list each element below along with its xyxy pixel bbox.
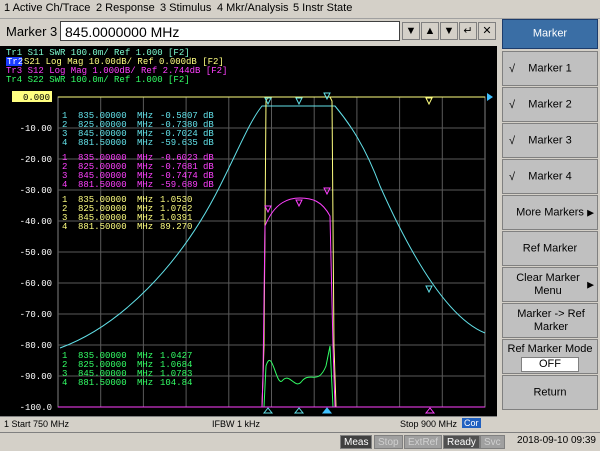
y-label: -60.00 [20,279,52,289]
ready-indicator: Ready [443,435,480,449]
dropdown-icon[interactable]: ▼ [402,22,420,40]
marker-row: -59.635 [160,138,198,148]
softkey-label: More Markers [516,206,584,218]
y-label-top-text: 0.000 [23,93,50,103]
y-label: -100.0 [20,403,52,413]
arrow-right-icon: ▶ [587,279,594,289]
close-icon[interactable]: ✕ [478,22,496,40]
trace-legend-tr4[interactable]: Tr4 S22 SWR 100.0m/ Ref 1.000 [F2] [6,75,190,85]
softkey-label: Return [533,386,567,398]
softkey-label: Ref Marker [522,242,578,254]
y-label: -50.00 [20,248,52,258]
marker-row: 881.50000 [78,180,127,190]
marker-row: dB [203,138,214,148]
y-label: -10.00 [20,124,52,134]
cor-badge: Cor [462,418,481,428]
marker-row: 881.50000 [78,222,127,232]
menu-mkr-analysis[interactable]: 4 Mkr/Analysis [217,2,289,14]
softkey-label: Clear Marker Menu [516,271,580,297]
trace-plot: Tr1 S11 SWR 100.0m/ Ref 1.000 [F2] Tr2 S… [6,48,493,414]
y-label: -70.00 [20,310,52,320]
softkey-title-label: Marker [532,27,568,40]
trace-markers [262,92,436,414]
marker-1-button[interactable]: √ Marker 1 [502,51,598,86]
marker-4-button[interactable]: √ Marker 4 [502,159,598,194]
arrow-right-icon: ▶ [587,207,594,217]
marker-row: MHz [137,180,153,190]
y-label: -90.00 [20,372,52,382]
marker-to-ref-marker-button[interactable]: Marker -> Ref Marker [502,303,598,338]
marker-table-s12: 1 835.00000 MHz -0.6023 dB 2 825.00000 M… [62,153,214,190]
y-label: -20.00 [20,155,52,165]
menu-response[interactable]: 2 Response [96,2,155,14]
up-icon[interactable]: ▲ [421,22,439,40]
ref-marker-mode-button[interactable]: Ref Marker Mode OFF [502,339,598,374]
y-label: -80.00 [20,341,52,351]
extref-indicator: ExtRef [404,435,443,449]
marker-table-s11: 1 835.00000 MHz 1.0530 2 825.00000 MHz 1… [62,195,192,232]
ref-marker-button[interactable]: Ref Marker [502,231,598,266]
softkey-label: Marker -> Ref Marker [517,307,585,333]
entry-bar: Marker 3 845.0000000 MHz ▼ ▲ ▼ ↵ ✕ [0,19,498,45]
marker-row: 4 [62,222,67,232]
marker-table-s21: 1 835.00000 MHz -0.5807 dB 2 825.00000 M… [62,111,214,148]
instrument-status-bar: Meas Stop ExtRef Ready Svc 2018-09-10 09… [0,432,600,451]
return-button[interactable]: Return [502,375,598,410]
softkey-label: Marker 1 [528,62,572,74]
marker-row: dB [203,180,214,190]
entry-label: Marker 3 [6,24,58,39]
start-frequency: 1 Start 750 MHz [4,419,70,429]
clear-marker-menu-button[interactable]: Clear Marker Menu ▶ [502,267,598,302]
marker-row: MHz [137,138,153,148]
stop-frequency: Stop 900 MHz [400,419,458,429]
y-label: -40.00 [20,217,52,227]
svc-indicator: Svc [480,435,505,449]
marker-row: 4 [62,378,67,388]
marker-value-input[interactable]: 845.0000000 MHz [60,21,400,41]
marker-3-button[interactable]: √ Marker 3 [502,123,598,158]
marker-row: 881.50000 [78,138,127,148]
marker-row: 881.50000 [78,378,127,388]
softkey-label: Marker 2 [528,98,572,110]
menu-bar: 1 Active Ch/Trace 2 Response 3 Stimulus … [0,0,600,19]
marker-table-s22: 1 835.00000 MHz 1.0427 2 825.00000 MHz 1… [62,351,192,388]
meas-indicator: Meas [340,435,373,449]
softkey-label: Marker 3 [528,134,572,146]
marker-row: MHz [137,378,153,388]
marker-row: 4 [62,138,67,148]
softkey-title: Marker [502,19,598,49]
ref-marker-mode-value: OFF [521,357,579,372]
ref-level-marker [487,93,493,101]
ifbw: IFBW 1 kHz [212,419,261,429]
menu-instr-state[interactable]: 5 Instr State [293,2,352,14]
softkey-label: Ref Marker Mode [507,343,593,355]
channel-status-bar: 1 Start 750 MHz IFBW 1 kHz Stop 900 MHz … [0,416,497,432]
menu-stimulus[interactable]: 3 Stimulus [160,2,211,14]
more-markers-button[interactable]: More Markers ▶ [502,195,598,230]
enter-icon[interactable]: ↵ [459,22,477,40]
trace-display: Tr1 S11 SWR 100.0m/ Ref 1.000 [F2] Tr2 S… [0,46,497,416]
marker-2-button[interactable]: √ Marker 2 [502,87,598,122]
y-label: -30.00 [20,186,52,196]
marker-row: MHz [137,222,153,232]
menu-active-ch-trace[interactable]: 1 Active Ch/Trace [4,2,90,14]
marker-row: 104.84 [160,378,192,388]
clock: 2018-09-10 09:39 [517,435,596,446]
marker-row: 4 [62,180,67,190]
softkey-label: Marker 4 [528,170,572,182]
down-icon[interactable]: ▼ [440,22,458,40]
y-axis-labels: 0.000 -10.00 -20.00 -30.00 -40.00 -50.00… [20,93,52,413]
stop-indicator: Stop [374,435,403,449]
softkey-panel: Marker √ Marker 1 √ Marker 2 √ Marker 3 … [500,19,600,414]
marker-row: 89.270 [160,222,192,232]
marker-row: -59.689 [160,180,198,190]
